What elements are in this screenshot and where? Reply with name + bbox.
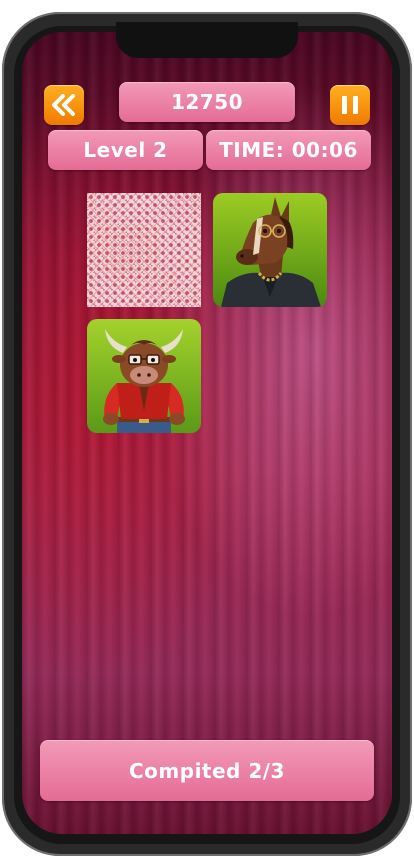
bull-character-image	[87, 319, 201, 433]
horse-character-image	[213, 193, 327, 307]
device-notch	[116, 22, 298, 58]
memory-card-horse[interactable]	[213, 193, 327, 307]
level-label: Level 2	[48, 130, 203, 170]
pause-button[interactable]	[330, 85, 370, 125]
back-button[interactable]	[44, 85, 84, 125]
score-display: 12750	[119, 82, 295, 122]
completed-status-button[interactable]: Compited 2/3	[40, 740, 374, 801]
timer-label: TIME: 00:06	[206, 130, 371, 170]
memory-card-bull[interactable]	[87, 319, 201, 433]
pause-icon	[342, 96, 358, 114]
double-chevron-left-icon	[52, 94, 75, 116]
memory-card-facedown[interactable]	[87, 193, 201, 307]
